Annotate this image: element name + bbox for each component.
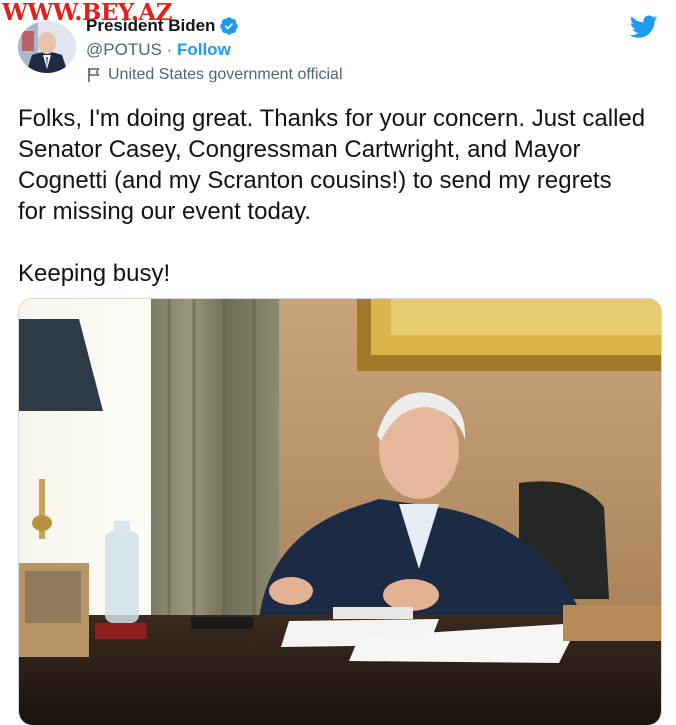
follow-button[interactable]: Follow — [177, 40, 231, 59]
tweet-text: Folks, I'm doing great. Thanks for your … — [18, 105, 646, 287]
tweet-photo[interactable] — [18, 298, 662, 725]
flag-icon — [88, 68, 100, 82]
government-label-text: United States government official — [108, 66, 343, 83]
twitter-bird-icon[interactable] — [630, 14, 658, 40]
watermark: WWW.BEY.AZ — [2, 0, 172, 26]
government-label: United States government official — [86, 66, 343, 84]
verified-badge-icon — [220, 17, 239, 35]
handle-row: @POTUS · Follow — [86, 40, 231, 60]
separator: · — [166, 40, 173, 59]
author-handle[interactable]: @POTUS — [86, 40, 162, 59]
avatar[interactable] — [18, 21, 76, 73]
